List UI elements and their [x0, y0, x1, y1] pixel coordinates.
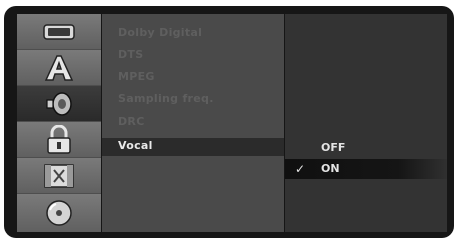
- setup-menu: Dolby Digital DTS MPEG Sampling freq. DR…: [4, 6, 454, 238]
- submenu-item-sampling-freq[interactable]: Sampling freq.: [118, 92, 214, 105]
- option-on[interactable]: ON: [321, 162, 340, 175]
- sidebar-item-disc[interactable]: [17, 194, 101, 232]
- sidebar-item-lock[interactable]: [17, 122, 101, 158]
- recording-icon: [44, 163, 74, 188]
- check-icon: ✓: [295, 162, 306, 176]
- options-panel: OFF ✓ ON: [285, 14, 447, 232]
- option-on-row[interactable]: ✓ ON: [285, 159, 447, 179]
- disc-settings-icon: [43, 23, 75, 40]
- submenu-item-mpeg[interactable]: MPEG: [118, 70, 155, 83]
- sidebar-item-language[interactable]: [17, 50, 101, 86]
- sidebar-item-audio[interactable]: [17, 86, 101, 122]
- audio-icon: [46, 91, 72, 116]
- option-off[interactable]: OFF: [321, 141, 345, 154]
- disc-icon: [46, 200, 72, 226]
- submenu-item-vocal[interactable]: Vocal: [118, 139, 153, 152]
- submenu-item-drc[interactable]: DRC: [118, 115, 145, 128]
- submenu-item-dts[interactable]: DTS: [118, 48, 143, 61]
- lock-icon: [47, 124, 71, 154]
- sidebar-item-recording[interactable]: [17, 158, 101, 194]
- submenu-item-dolby-digital[interactable]: Dolby Digital: [118, 26, 202, 39]
- audio-submenu: Dolby Digital DTS MPEG Sampling freq. DR…: [102, 14, 284, 232]
- sidebar-item-disc-settings[interactable]: [17, 14, 101, 50]
- category-sidebar: [17, 14, 101, 232]
- language-icon: [44, 54, 74, 81]
